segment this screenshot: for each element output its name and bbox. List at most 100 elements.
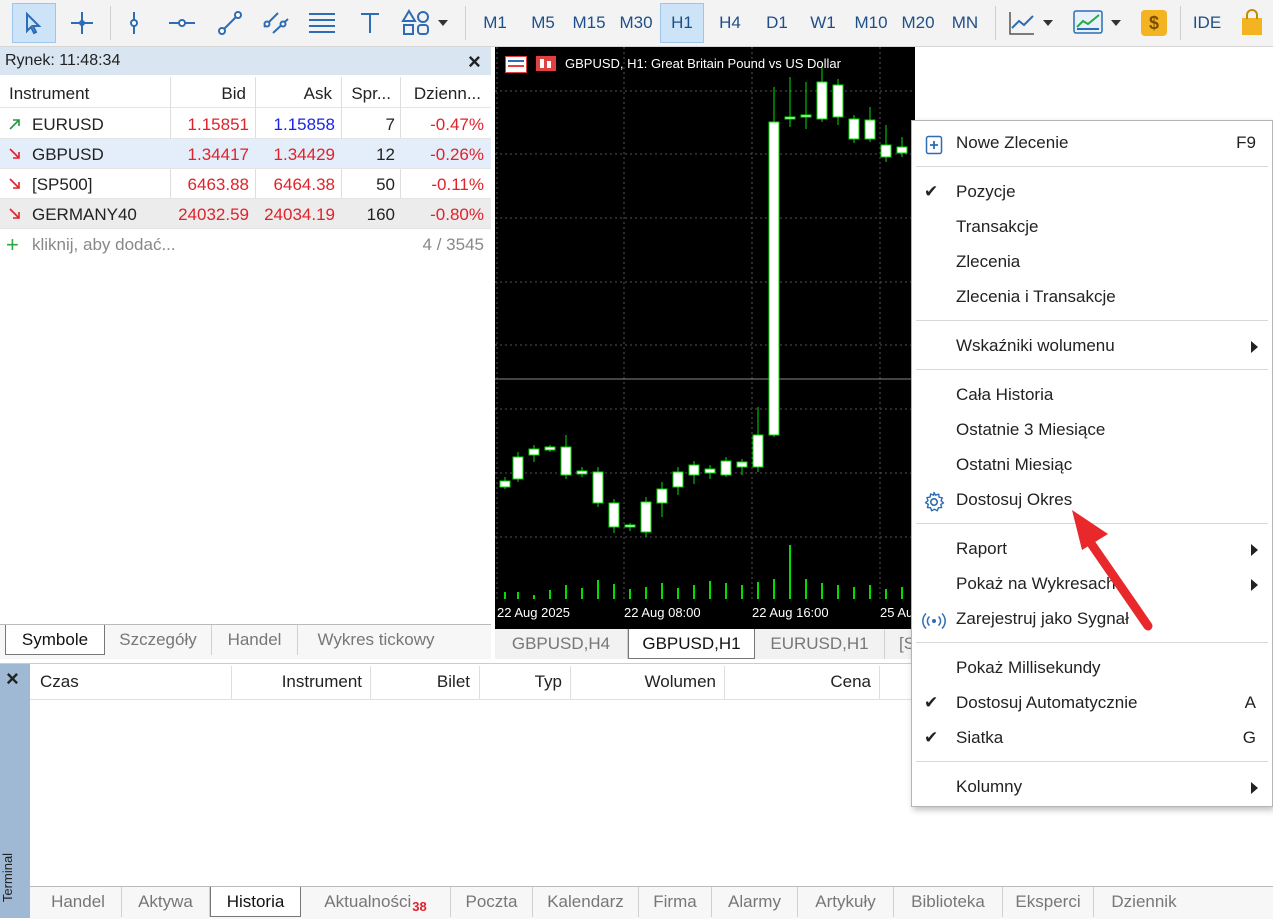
tab-aktywa[interactable]: Aktywa [122, 887, 210, 917]
timeframe-h1[interactable]: H1 [660, 3, 704, 43]
submenu-arrow-icon [1251, 341, 1258, 353]
tab-historia[interactable]: Historia [210, 887, 301, 917]
text-tool-button[interactable] [348, 3, 392, 43]
column-header-instrument[interactable]: Instrument [9, 84, 89, 104]
add-symbol-row[interactable]: + kliknij, aby dodać... 4 / 3545 [0, 229, 491, 259]
ide-button[interactable]: IDE [1186, 3, 1228, 43]
column-header-typ[interactable]: Typ [535, 672, 562, 692]
red-annotation-arrow [1072, 510, 1153, 631]
column-header-daily-change[interactable]: Dzienn... [414, 84, 481, 104]
dollar-coin-icon: $ [1141, 10, 1167, 36]
candle-body [640, 501, 652, 533]
column-header-bid[interactable]: Bid [221, 84, 246, 104]
tab-firma[interactable]: Firma [639, 887, 712, 917]
timeframe-m30[interactable]: M30 [613, 3, 659, 43]
chart-settings-icon[interactable] [536, 56, 556, 71]
timeframe-m20[interactable]: M20 [895, 3, 941, 43]
instrument-name: GERMANY40 [32, 205, 137, 224]
one-click-trading-icon[interactable] [505, 56, 527, 73]
tab-alarmy[interactable]: Alarmy [712, 887, 798, 917]
candle-body [704, 468, 716, 474]
candle-body [672, 471, 684, 488]
column-header-wolumen[interactable]: Wolumen [645, 672, 717, 692]
candle-body [784, 116, 796, 120]
tab-eksperci[interactable]: Eksperci [1003, 887, 1094, 917]
menu-item-transactions[interactable]: Transakcje [912, 211, 1272, 246]
tab-kalendarz[interactable]: Kalendarz [533, 887, 639, 917]
candle-body [688, 464, 700, 476]
tab-symbole[interactable]: Symbole [5, 625, 105, 655]
bid-value: 1.34417 [187, 145, 249, 164]
tab-handel[interactable]: Handel [212, 625, 298, 655]
timeframe-m1[interactable]: M1 [472, 3, 518, 43]
column-header-bilet[interactable]: Bilet [437, 672, 470, 692]
tab-dziennik[interactable]: Dziennik [1094, 887, 1194, 917]
tab-aktualnosci[interactable]: Aktualności 38 [301, 887, 451, 917]
bid-value: 24032.59 [178, 205, 249, 224]
tab-artykuly[interactable]: Artykuły [798, 887, 894, 917]
menu-item-orders-and-transactions[interactable]: Zlecenia i Transakcje [912, 281, 1272, 316]
candle-body [720, 460, 732, 476]
trendline-tool-button[interactable] [208, 3, 252, 43]
cursor-tool-button[interactable] [12, 3, 56, 43]
chart-type-button[interactable] [1003, 3, 1059, 43]
column-header-spread[interactable]: Spr... [351, 84, 391, 104]
tab-wykres-tickowy[interactable]: Wykres tickowy [298, 625, 454, 655]
news-count-badge: 38 [412, 898, 427, 914]
market-row-gbpusd[interactable]: GBPUSD 1.34417 1.34429 12 -0.26% [0, 139, 491, 169]
timeframe-h4[interactable]: H4 [707, 3, 753, 43]
menu-item-last-month[interactable]: Ostatni Miesiąc [912, 449, 1272, 484]
tab-handel[interactable]: Handel [35, 887, 122, 917]
text-icon [361, 13, 379, 33]
column-header-ask[interactable]: Ask [304, 84, 332, 104]
menu-item-new-order[interactable]: Nowe Zlecenie F9 [912, 127, 1272, 162]
market-row-eurusd[interactable]: EURUSD 1.15851 1.15858 7 -0.47% [0, 109, 491, 139]
chart-tab-eurusd-h1[interactable]: EURUSD,H1 [755, 629, 885, 659]
tab-poczta[interactable]: Poczta [451, 887, 533, 917]
timeframe-mn[interactable]: MN [942, 3, 988, 43]
column-header-cena[interactable]: Cena [830, 672, 871, 692]
timeframe-m10[interactable]: M10 [847, 3, 895, 43]
column-header-instrument[interactable]: Instrument [282, 672, 362, 692]
menu-item-orders[interactable]: Zlecenia [912, 246, 1272, 281]
crosshair-tool-button[interactable] [60, 3, 104, 43]
fibonacci-tool-button[interactable] [300, 3, 344, 43]
menu-item-show-milliseconds[interactable]: Pokaż Millisekundy [912, 652, 1272, 687]
checkmark-icon: ✔ [924, 182, 939, 201]
candlestick-chart[interactable] [495, 47, 915, 629]
menu-item-last-3-months[interactable]: Ostatnie 3 Miesiące [912, 414, 1272, 449]
market-row-sp500[interactable]: [SP500] 6463.88 6464.38 50 -0.11% [0, 169, 491, 199]
tab-biblioteka[interactable]: Biblioteka [894, 887, 1003, 917]
tab-szczegoly[interactable]: Szczegóły [105, 625, 212, 655]
channel-tool-button[interactable] [254, 3, 298, 43]
ask-value: 1.15858 [273, 115, 335, 134]
horizontal-line-tool-button[interactable] [160, 3, 204, 43]
menu-item-auto-adjust[interactable]: ✔ Dostosuj Automatycznie A [912, 687, 1272, 722]
timeframe-m15[interactable]: M15 [566, 3, 612, 43]
chart-tab-gbpusd-h4[interactable]: GBPUSD,H4 [495, 629, 628, 659]
market-row-germany40[interactable]: GERMANY40 24032.59 24034.19 160 -0.80% [0, 199, 491, 229]
timeframe-w1[interactable]: W1 [800, 3, 846, 43]
price-chart[interactable]: GBPUSD, H1: Great Britain Pound vs US Do… [495, 47, 915, 629]
timeframe-d1[interactable]: D1 [754, 3, 800, 43]
menu-item-grid[interactable]: ✔ Siatka G [912, 722, 1272, 757]
shop-button[interactable] [1232, 3, 1272, 43]
candle-body [560, 446, 572, 476]
candle-body [512, 456, 524, 480]
close-icon[interactable]: × [6, 666, 19, 692]
menu-item-columns[interactable]: Kolumny [912, 771, 1272, 806]
menu-item-positions[interactable]: ✔ Pozycje [912, 176, 1272, 211]
chart-tab-gbpusd-h1[interactable]: GBPUSD,H1 [628, 629, 755, 659]
add-symbol-placeholder: kliknij, aby dodać... [32, 235, 176, 254]
column-header-czas[interactable]: Czas [40, 672, 79, 692]
trendline-icon [218, 11, 242, 35]
close-icon[interactable]: × [468, 49, 481, 75]
market-watch-header: Rynek: 11:48:34 × [0, 47, 491, 75]
vertical-line-tool-button[interactable] [114, 3, 154, 43]
chart-templates-button[interactable] [1066, 3, 1128, 43]
timeframe-m5[interactable]: M5 [520, 3, 566, 43]
market-button[interactable]: $ [1134, 3, 1174, 43]
shapes-tool-button[interactable] [396, 3, 454, 43]
menu-item-all-history[interactable]: Cała Historia [912, 379, 1272, 414]
menu-item-volume-indicators[interactable]: Wskaźniki wolumenu [912, 330, 1272, 365]
